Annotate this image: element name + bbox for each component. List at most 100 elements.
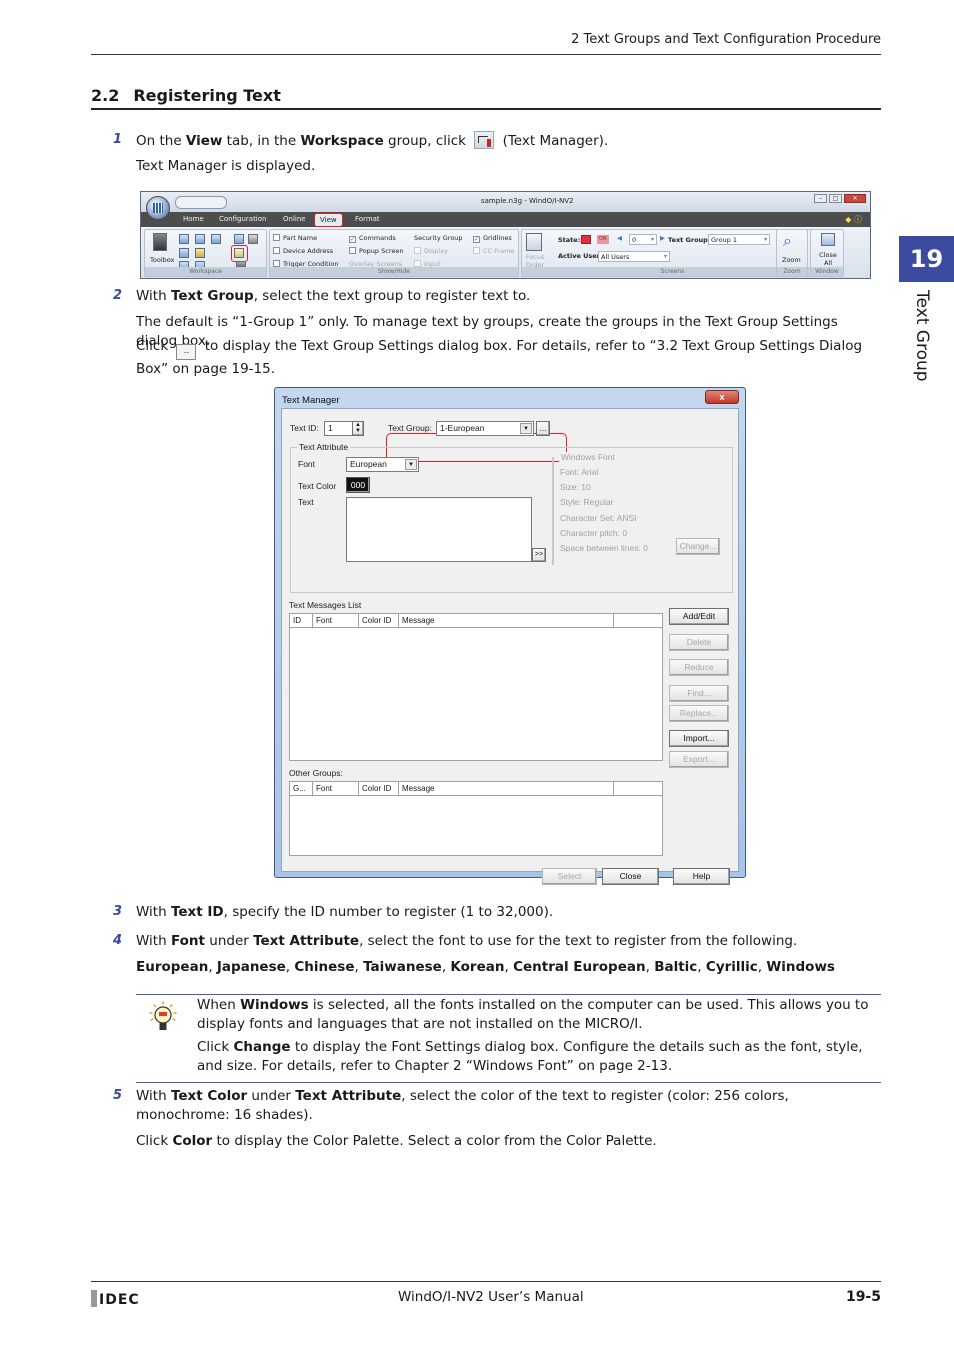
replace-button[interactable]: Replace... [669,705,729,722]
workspace-icon[interactable] [195,234,205,244]
tab-online[interactable]: Online [283,215,306,223]
state-next-icon[interactable]: ▶ [660,234,665,242]
workspace-icon[interactable] [234,234,244,244]
text-group-select[interactable]: Group 1 [708,234,770,245]
column-header[interactable] [614,782,663,795]
dialog-close-button[interactable]: x [705,390,739,404]
checkbox-device-address[interactable]: Device Address [273,247,333,255]
quick-access-toolbar[interactable] [175,196,227,209]
font-list: European, Japanese, Chinese, Taiwanese, … [136,959,835,975]
checkbox-commands[interactable]: ✓ Commands [349,234,396,243]
messages-list[interactable]: ID Font Color ID Message [289,613,663,761]
checkbox[interactable] [414,260,421,267]
tab-configuration[interactable]: Configuration [219,215,266,223]
text-group-settings-button[interactable]: ... [536,421,550,436]
dialog-title: Text Manager [282,395,340,406]
app-menu-button[interactable] [146,196,170,220]
workspace-icon[interactable] [248,234,258,244]
checkbox[interactable] [273,247,280,254]
change-button[interactable]: Change... [676,538,720,555]
checkbox[interactable] [273,234,280,241]
minimize-icon[interactable]: – [814,194,827,203]
column-header[interactable]: Font [313,782,359,795]
expand-button[interactable]: >> [532,548,546,562]
text: to display the Color Palette. Select a c… [212,1133,657,1149]
focus-order-icon[interactable] [526,233,542,251]
window-title: sample.n3g - WindO/I-NV2 [481,197,574,205]
checkbox[interactable]: ✓ [473,236,480,243]
find-button[interactable]: Find... [669,685,729,702]
workspace-icon[interactable] [211,234,221,244]
other-groups-list[interactable]: G... Font Color ID Message [289,781,663,856]
workspace-icon[interactable] [179,248,189,258]
state-on-badge[interactable]: ON [597,235,609,244]
column-header[interactable] [614,614,663,627]
workspace-icon[interactable] [179,234,189,244]
workspace-group-label: Workspace [145,267,266,276]
checkbox[interactable] [414,247,421,254]
checkbox-cc-frame[interactable]: CC Frame [473,247,514,255]
zoom-icon[interactable]: ⌕ [783,231,792,251]
add-edit-button[interactable]: Add/Edit [669,608,729,625]
zoom-group-label: Zoom [777,267,807,276]
column-header[interactable]: Color ID [359,614,399,627]
step-number: 5 [113,1088,123,1103]
close-icon[interactable]: ✕ [844,194,866,203]
maximize-icon[interactable]: □ [829,194,842,203]
zoom-label[interactable]: Zoom [782,256,801,264]
help-button[interactable]: Help [673,868,730,885]
logo-bar [91,1290,97,1307]
bold-term: Text Group [170,288,254,304]
column-header[interactable]: G... [290,782,313,795]
label: Display [424,247,448,255]
chapter-label: Text Group [912,290,932,382]
checkbox-popup-screen[interactable]: Popup Screen [349,247,403,255]
text: under [247,1088,296,1104]
text-id-spinner[interactable]: ▲ ▼ [352,421,364,436]
column-header[interactable]: Font [313,614,359,627]
font-select[interactable]: European ▼ [346,457,419,472]
dropdown-arrow-icon[interactable]: ▼ [405,459,417,470]
delete-button[interactable]: Delete [669,634,729,651]
export-button[interactable]: Export... [669,751,729,768]
other-groups-header: G... Font Color ID Message [290,782,662,796]
column-header[interactable]: Message [399,614,614,627]
footer-divider [91,1281,881,1282]
text-textarea[interactable] [346,497,532,562]
toolbox-label[interactable]: Toolbox [150,256,174,264]
checkbox-display[interactable]: Display [414,247,448,255]
font-label: Font [298,459,316,469]
close-button[interactable]: Close [602,868,659,885]
state-off-icon[interactable] [581,235,591,244]
column-header[interactable]: Color ID [359,782,399,795]
checkbox[interactable] [349,247,356,254]
column-header[interactable]: Message [399,782,614,795]
import-button[interactable]: Import... [669,730,729,747]
checkbox[interactable] [273,260,280,267]
reduce-button[interactable]: Reduce [669,659,729,676]
tab-view[interactable]: View [314,213,343,227]
help-icon[interactable]: ◆ ⓘ [845,214,862,225]
close-all-icon[interactable] [821,233,835,246]
close-all-label[interactable]: Close All [817,251,839,267]
text-group-select[interactable]: 1-European ▼ [436,421,534,436]
state-value[interactable]: 0 [629,234,657,245]
tab-format[interactable]: Format [355,215,380,223]
text-manager-highlight [231,245,248,262]
text-manager-dialog: Text Manager x Text ID: 1 ▲ ▼ Text Group:… [274,387,746,885]
checkbox[interactable] [473,247,480,254]
select-button[interactable]: Select [542,868,597,885]
text-color-button[interactable]: 000 [346,477,370,493]
column-header[interactable]: ID [290,614,313,627]
checkbox-gridlines[interactable]: ✓ Gridlines [473,234,512,243]
checkbox[interactable]: ✓ [349,236,356,243]
checkbox-part-name[interactable]: Part Name [273,234,317,242]
text: , specify the ID number to register (1 t… [223,904,554,920]
dropdown-arrow-icon[interactable]: ▼ [520,423,532,434]
workspace-icon[interactable] [195,248,205,258]
tab-home[interactable]: Home [183,215,204,223]
toolbox-icon[interactable] [153,233,167,251]
text: Click [197,1039,234,1055]
active-user-select[interactable]: All Users [598,251,670,262]
state-prev-icon[interactable]: ◀ [617,234,622,242]
